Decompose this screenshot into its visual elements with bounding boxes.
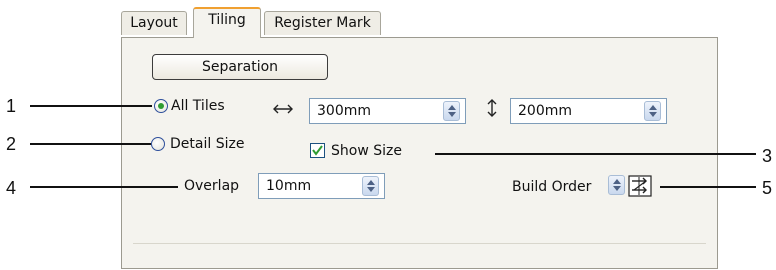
spin-down-icon <box>367 187 375 192</box>
callout-5-line <box>660 186 756 188</box>
all-tiles-label: All Tiles <box>171 98 225 114</box>
height-stepper[interactable] <box>644 101 661 121</box>
separation-button[interactable]: Separation <box>152 54 328 80</box>
spin-down-icon <box>649 112 657 117</box>
tab-register-mark[interactable]: Register Mark <box>264 11 381 35</box>
build-order-icon[interactable] <box>628 175 652 197</box>
callout-5: 5 <box>762 178 773 198</box>
tab-layout[interactable]: Layout <box>121 11 187 35</box>
callout-3-line <box>435 153 756 155</box>
radio-selected-dot <box>158 103 164 109</box>
callout-3: 3 <box>762 146 773 166</box>
checkmark-icon <box>312 145 323 156</box>
overlap-label: Overlap <box>184 178 240 194</box>
all-tiles-radio[interactable] <box>154 99 168 113</box>
width-stepper[interactable] <box>443 101 460 121</box>
show-size-label: Show Size <box>331 143 402 159</box>
spin-down-icon <box>448 112 456 117</box>
callout-4: 4 <box>6 178 17 198</box>
callout-1: 1 <box>6 96 17 116</box>
build-order-label: Build Order <box>512 179 592 195</box>
spin-up-icon <box>613 179 621 184</box>
callout-2-line <box>30 143 151 145</box>
horizontal-arrow-icon <box>273 104 293 114</box>
tab-tiling[interactable]: Tiling <box>193 7 261 38</box>
spin-up-icon <box>649 105 657 110</box>
build-order-stepper[interactable] <box>608 175 625 195</box>
spin-down-icon <box>613 186 621 191</box>
callout-2: 2 <box>6 134 17 154</box>
detail-size-radio[interactable] <box>151 137 165 151</box>
show-size-checkbox[interactable] <box>310 143 325 158</box>
detail-size-label: Detail Size <box>170 136 245 152</box>
vertical-arrow-icon <box>487 99 497 117</box>
callout-1-line <box>30 105 152 107</box>
overlap-stepper[interactable] <box>362 176 379 196</box>
callout-4-line <box>30 186 178 188</box>
panel-divider <box>133 243 706 244</box>
spin-up-icon <box>448 105 456 110</box>
spin-up-icon <box>367 180 375 185</box>
